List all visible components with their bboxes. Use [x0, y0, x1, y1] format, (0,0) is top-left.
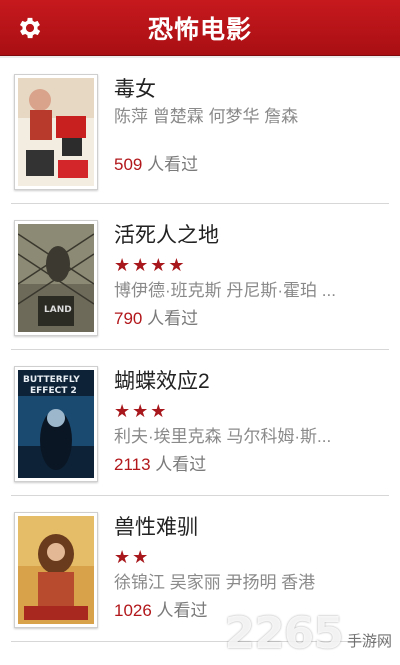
movie-list-item[interactable]: 毒女 陈萍 曾楚霖 何梦华 詹森 509 人看过	[11, 58, 389, 204]
view-count: 790 人看过	[114, 306, 389, 332]
view-count-number: 1026	[114, 601, 152, 620]
movie-cast: 陈萍 曾楚霖 何梦华 詹森	[114, 107, 299, 126]
title-bar: 恐怖电影	[0, 0, 400, 56]
view-count: 1026 人看过	[114, 598, 389, 624]
movie-list: 毒女 陈萍 曾楚霖 何梦华 詹森 509 人看过 LAND 活死人之地 ★★★★…	[0, 58, 400, 665]
movie-info: 兽性难驯 ★★ 徐锦江 吴家丽 尹扬明 香港 1026 人看过	[114, 512, 389, 624]
rating-stars: ★★	[114, 547, 151, 567]
rating-stars: ★★★	[114, 401, 169, 421]
gear-icon	[19, 17, 41, 39]
view-count-number: 790	[114, 309, 143, 328]
movie-cast: 徐锦江 吴家丽 尹扬明 香港	[114, 573, 316, 592]
svg-text:BUTTERFLY: BUTTERFLY	[23, 375, 80, 385]
movie-title: 毒女	[114, 78, 156, 101]
view-count-suffix: 人看过	[151, 601, 208, 620]
page-title: 恐怖电影	[147, 14, 252, 44]
view-count-suffix: 人看过	[142, 155, 199, 174]
poster-frame	[14, 74, 98, 190]
svg-text:LAND: LAND	[44, 305, 72, 315]
movie-poster: LAND	[18, 224, 94, 332]
movie-list-item[interactable]: BUTTERFLY EFFECT 2 蝴蝶效应2 ★★★ 利夫·埃里克森 马尔科…	[11, 350, 389, 496]
movie-title: 兽性难驯	[114, 516, 198, 539]
app-root: 恐怖电影 毒女 陈萍 曾楚霖 何梦华 詹森 509 人看过 LAND 活死人之地…	[0, 0, 400, 665]
view-count: 509 人看过	[114, 152, 389, 178]
settings-button[interactable]	[14, 12, 46, 44]
view-count-suffix: 人看过	[142, 309, 199, 328]
movie-poster	[18, 78, 94, 186]
movie-title: 活死人之地	[114, 224, 219, 247]
rating-stars: ★★★★	[114, 255, 187, 275]
movie-info: 蝴蝶效应2 ★★★ 利夫·埃里克森 马尔科姆·斯... 2113 人看过	[114, 366, 389, 478]
movie-info: 毒女 陈萍 曾楚霖 何梦华 詹森 509 人看过	[114, 74, 389, 178]
movie-poster: BUTTERFLY EFFECT 2	[18, 370, 94, 478]
view-count: 2113 人看过	[114, 452, 389, 478]
movie-cast: 博伊德·班克斯 丹尼斯·霍珀 ...	[114, 281, 336, 300]
poster-frame: BUTTERFLY EFFECT 2	[14, 366, 98, 482]
view-count-number: 509	[114, 155, 143, 174]
view-count-number: 2113	[114, 455, 151, 474]
poster-frame	[14, 512, 98, 628]
movie-cast: 利夫·埃里克森 马尔科姆·斯...	[114, 427, 332, 446]
movie-list-item[interactable]: LAND 活死人之地 ★★★★ 博伊德·班克斯 丹尼斯·霍珀 ... 790 人…	[11, 204, 389, 350]
movie-poster	[18, 516, 94, 624]
movie-title: 蝴蝶效应2	[114, 370, 210, 393]
movie-info: 活死人之地 ★★★★ 博伊德·班克斯 丹尼斯·霍珀 ... 790 人看过	[114, 220, 389, 332]
view-count-suffix: 人看过	[150, 455, 207, 474]
movie-list-item[interactable]: 兽性难驯 ★★ 徐锦江 吴家丽 尹扬明 香港 1026 人看过	[11, 496, 389, 642]
svg-text:EFFECT 2: EFFECT 2	[30, 386, 77, 396]
poster-frame: LAND	[14, 220, 98, 336]
